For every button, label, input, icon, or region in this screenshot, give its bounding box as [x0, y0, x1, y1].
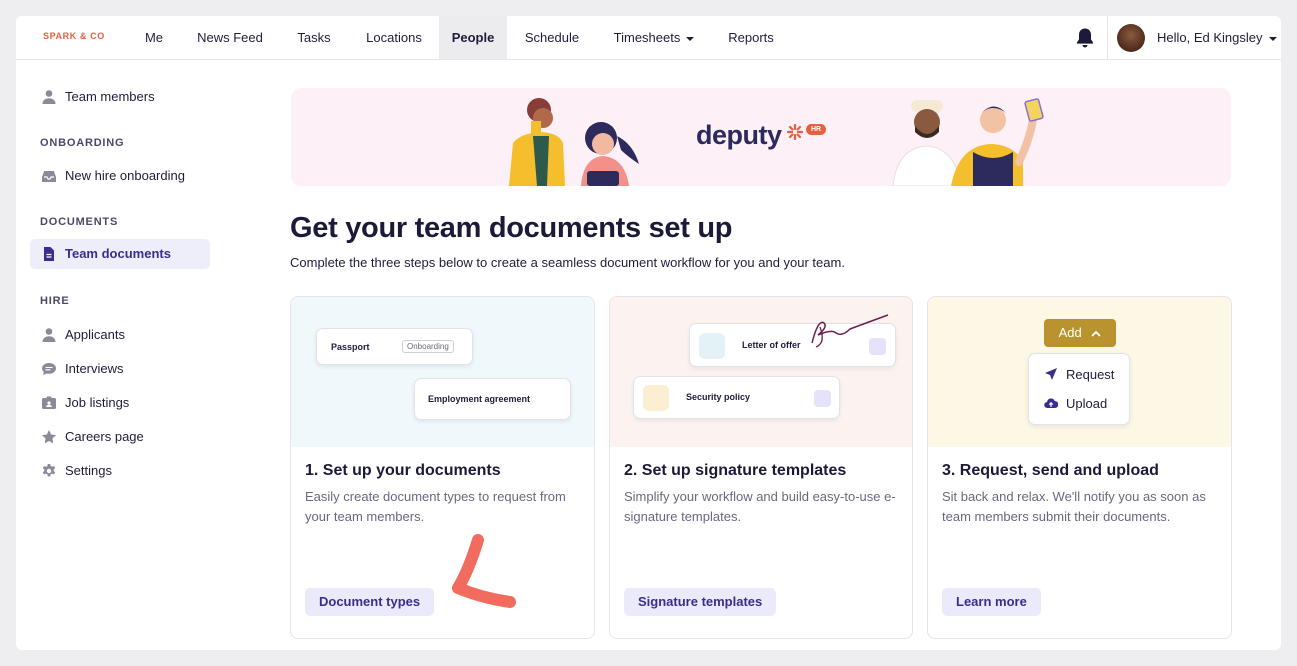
sidebar-item-team-documents[interactable]: Team documents	[30, 239, 210, 269]
card-illustration: Add Request Upload	[928, 297, 1231, 447]
sidebar-section-hire: HIRE	[40, 295, 70, 307]
sidebar-section-documents: DOCUMENTS	[40, 216, 119, 228]
card-title: 2. Set up signature templates	[624, 462, 847, 479]
sidebar-item-label: Interviews	[65, 361, 124, 376]
id-card-icon	[42, 396, 56, 409]
nav-timesheets-label: Timesheets	[613, 30, 681, 45]
nav-me[interactable]: Me	[132, 16, 176, 59]
sidebar-item-label: Job listings	[65, 395, 130, 410]
card-illustration: Passport Onboarding Employment agreement	[291, 297, 594, 447]
nav-tasks[interactable]: Tasks	[286, 16, 342, 59]
sidebar-item-label: Team documents	[65, 246, 171, 261]
nav-timesheets[interactable]: Timesheets	[604, 16, 704, 59]
illustration-doc-label: Employment agreement	[428, 394, 531, 404]
step-card-request: Add Request Upload 3. Request, send and …	[927, 296, 1232, 639]
sidebar-item-team-members[interactable]: Team members	[30, 82, 210, 112]
add-button[interactable]: Add	[1044, 319, 1116, 347]
nav-locations[interactable]: Locations	[356, 16, 432, 59]
inbox-icon	[42, 171, 56, 182]
page-subtitle: Complete the three steps below to create…	[290, 255, 845, 270]
illustration-doc-card: Passport Onboarding	[316, 328, 473, 365]
card-illustration: Letter of offer Security policy	[610, 297, 912, 447]
send-icon	[1045, 368, 1057, 380]
illustration-doc-label: Letter of offer	[742, 340, 801, 350]
document-types-button[interactable]: Document types	[305, 588, 435, 616]
card-description: Simplify your workflow and build easy-to…	[624, 489, 896, 524]
promo-banner: deputy HR	[291, 88, 1231, 186]
signature-templates-button[interactable]: Signature templates	[624, 588, 777, 616]
illustration-doc-card: Employment agreement	[414, 378, 571, 420]
cloud-upload-icon	[1044, 398, 1058, 409]
nav-schedule[interactable]: Schedule	[516, 16, 588, 59]
user-greeting: Hello, Ed Kingsley	[1157, 30, 1263, 45]
illustration-doc-card: Security policy	[633, 376, 840, 419]
step-card-signatures: Letter of offer Security policy 2. Set u…	[609, 296, 913, 639]
sidebar-item-settings[interactable]: Settings	[30, 456, 210, 486]
page-title: Get your team documents set up	[290, 212, 733, 244]
bell-icon[interactable]	[1075, 27, 1095, 49]
deputy-mark-icon	[787, 124, 803, 140]
star-icon	[42, 430, 56, 444]
card-description: Easily create document types to request …	[305, 489, 566, 524]
app-window: SPARK & CO Me News Feed Tasks Locations …	[16, 16, 1281, 650]
step-card-documents: Passport Onboarding Employment agreement…	[290, 296, 595, 639]
signature-doc-icon	[699, 333, 725, 359]
menu-item-upload[interactable]: Upload	[1066, 396, 1107, 411]
sidebar-item-new-hire-onboarding[interactable]: New hire onboarding	[30, 161, 210, 191]
deputy-logo: deputy	[696, 120, 782, 150]
add-menu: Request Upload	[1028, 353, 1130, 425]
top-navigation: SPARK & CO Me News Feed Tasks Locations …	[16, 16, 1281, 60]
sidebar-section-onboarding: ONBOARDING	[40, 137, 125, 149]
signature-doc-icon	[643, 385, 669, 411]
sidebar-item-interviews[interactable]: Interviews	[30, 354, 210, 384]
illustration-doc-label: Security policy	[686, 392, 751, 402]
add-button-label: Add	[1058, 325, 1082, 340]
nav-divider	[1107, 16, 1108, 60]
brand-logo[interactable]: SPARK & CO	[43, 31, 105, 41]
gear-icon	[42, 464, 56, 477]
sidebar-item-label: New hire onboarding	[65, 168, 185, 183]
hr-badge: HR	[806, 124, 826, 135]
sidebar-item-label: Team members	[65, 89, 155, 104]
team-illustration-left	[509, 98, 639, 186]
chat-icon	[42, 363, 56, 375]
team-illustration-right	[892, 98, 1044, 186]
card-title: 3. Request, send and upload	[942, 462, 1159, 479]
nav-reports[interactable]: Reports	[718, 16, 784, 59]
sidebar-item-careers-page[interactable]: Careers page	[30, 422, 210, 452]
sidebar-item-applicants[interactable]: Applicants	[30, 320, 210, 350]
nav-people[interactable]: People	[439, 16, 507, 59]
sidebar-item-label: Careers page	[65, 429, 144, 444]
person-icon	[42, 90, 56, 104]
signature-scribble	[811, 314, 889, 348]
pencil-icon	[814, 390, 831, 407]
user-menu[interactable]: Hello, Ed Kingsley	[1157, 16, 1277, 60]
nav-news-feed[interactable]: News Feed	[188, 16, 272, 59]
chevron-down-icon	[686, 36, 695, 41]
annotation-arrow-icon	[452, 534, 516, 608]
illustration-doc-tag: Onboarding	[402, 340, 454, 353]
sidebar-item-label: Applicants	[65, 327, 125, 342]
learn-more-button[interactable]: Learn more	[942, 588, 1041, 616]
card-title: 1. Set up your documents	[305, 462, 501, 479]
card-description: Sit back and relax. We'll notify you as …	[942, 489, 1206, 524]
illustration-doc-label: Passport	[331, 342, 370, 352]
person-icon	[42, 328, 56, 342]
avatar[interactable]	[1117, 24, 1145, 52]
sidebar-item-job-listings[interactable]: Job listings	[30, 388, 210, 418]
sidebar-item-label: Settings	[65, 463, 112, 478]
menu-item-request[interactable]: Request	[1066, 367, 1114, 382]
chevron-up-icon	[1091, 330, 1102, 337]
document-icon	[44, 247, 54, 261]
chevron-down-icon	[1268, 36, 1277, 41]
